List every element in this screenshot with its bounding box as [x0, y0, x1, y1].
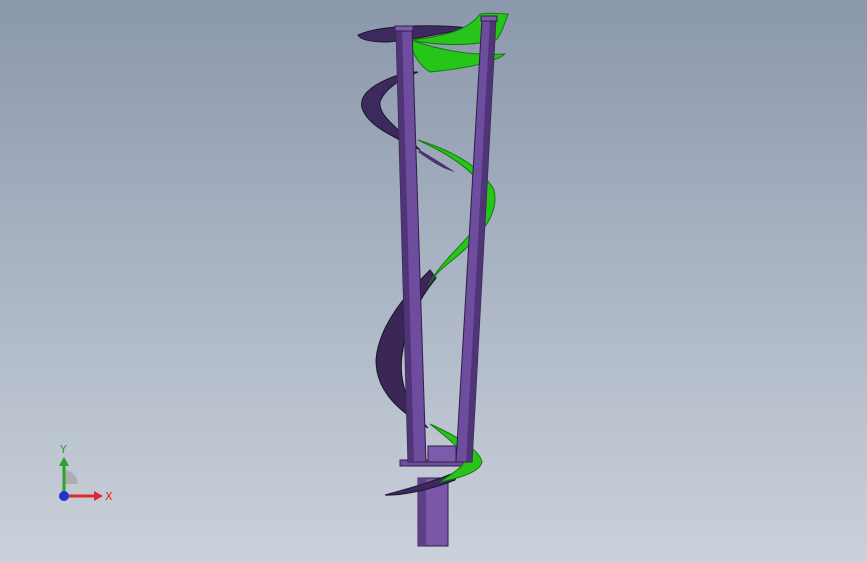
- strut-right[interactable]: [455, 17, 497, 463]
- z-axis-icon: [59, 491, 69, 501]
- axis-triad[interactable]: Y X: [40, 440, 120, 510]
- cad-3d-viewport[interactable]: Y X: [0, 0, 867, 562]
- x-axis-arrow-icon: [94, 491, 103, 501]
- helical-wind-turbine-model[interactable]: [0, 0, 867, 562]
- x-axis-label: X: [105, 490, 113, 503]
- triad-plane-icon: [64, 470, 78, 484]
- y-axis-arrow-icon: [59, 457, 69, 466]
- y-axis-label: Y: [59, 443, 67, 456]
